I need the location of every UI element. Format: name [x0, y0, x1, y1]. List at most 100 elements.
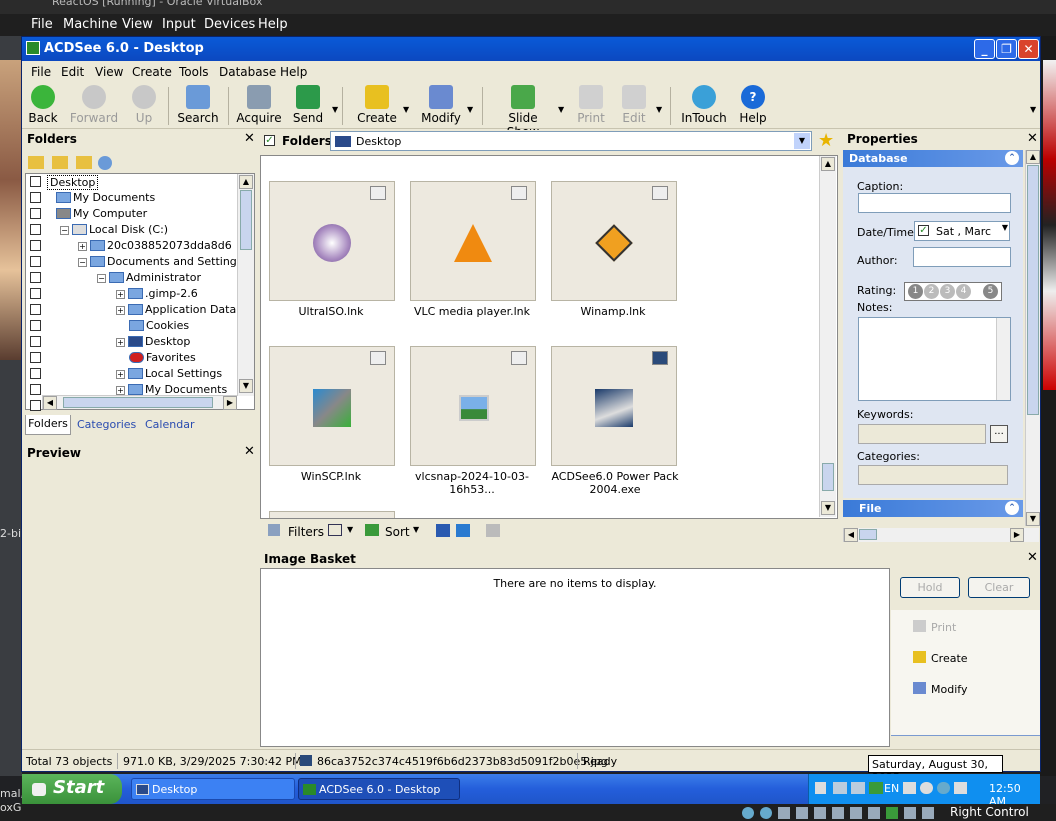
task-acdsee[interactable]: ACDSee 6.0 - Desktop	[298, 778, 460, 800]
back-button[interactable]: Back	[15, 85, 71, 125]
audio-icon[interactable]	[778, 807, 790, 819]
chevron-down-icon[interactable]: ▼	[794, 133, 810, 149]
file-tile[interactable]	[269, 181, 395, 301]
close-button[interactable]: ✕	[1018, 39, 1039, 59]
search-button[interactable]: Search	[170, 85, 226, 125]
tree-hscrollbar[interactable]: ◀ ▶	[42, 395, 237, 410]
tree-item-desktop-sub[interactable]: + Desktop	[116, 335, 190, 348]
rating-3[interactable]: 3	[940, 284, 955, 299]
author-input[interactable]	[913, 247, 1011, 267]
scroll-thumb[interactable]	[1027, 165, 1039, 415]
toolbar-overflow-icon[interactable]: ▼	[1030, 105, 1036, 114]
properties-close-icon[interactable]: ✕	[1027, 131, 1038, 146]
preview-close-icon[interactable]: ✕	[244, 444, 255, 459]
create-dropdown-icon[interactable]: ▼	[403, 105, 409, 114]
tree-item-administrator[interactable]: − Administrator	[97, 271, 201, 284]
menu-edit[interactable]: Edit	[61, 65, 84, 79]
network-icon[interactable]	[833, 782, 847, 794]
send-button[interactable]: Send	[280, 85, 336, 125]
file-tile[interactable]	[551, 181, 677, 301]
menu-create[interactable]: Create	[132, 65, 172, 79]
scroll-thumb[interactable]	[822, 463, 834, 491]
keyboard-icon[interactable]	[903, 782, 916, 794]
hold-button[interactable]: Hold	[900, 577, 960, 598]
tree-checkbox[interactable]	[30, 272, 41, 283]
basket-print[interactable]: Print	[931, 621, 956, 634]
path-combo[interactable]: Desktop ▼	[330, 131, 812, 151]
edit-button[interactable]: Edit	[606, 85, 662, 125]
view-mode-icon[interactable]	[328, 524, 342, 536]
forward-button[interactable]: Forward	[66, 85, 122, 125]
usb-icon[interactable]	[814, 807, 826, 819]
menu-help[interactable]: Help	[280, 65, 307, 79]
tree-item-20c038[interactable]: +20c038852073dda8d6	[78, 239, 232, 252]
categories-input[interactable]	[858, 465, 1008, 485]
tab-folders[interactable]: Folders	[25, 415, 71, 435]
tree-checkbox[interactable]	[30, 208, 41, 219]
send-dropdown-icon[interactable]: ▼	[332, 105, 338, 114]
tree-item-local-disk[interactable]: − Local Disk (C:)	[60, 223, 168, 236]
tree-item-my-documents[interactable]: My Documents	[56, 191, 155, 204]
tree-item-desktop[interactable]: Desktop	[47, 175, 99, 190]
vbox-menu-devices[interactable]: Devices	[204, 17, 255, 32]
acquire-button[interactable]: Acquire	[231, 85, 287, 125]
tree-item-application-data[interactable]: + Application Data	[116, 303, 236, 316]
tree-item-local-settings[interactable]: + Local Settings	[116, 367, 222, 380]
recording-icon[interactable]	[868, 807, 880, 819]
language-indicator[interactable]: EN	[884, 782, 899, 795]
task-desktop[interactable]: Desktop	[131, 778, 295, 800]
rating-5[interactable]: 5	[983, 284, 998, 299]
shared-folder-icon[interactable]	[832, 807, 844, 819]
sort-dropdown-icon[interactable]: ▼	[413, 525, 419, 534]
display-icon[interactable]	[850, 807, 862, 819]
collapse-icon[interactable]: ⌃	[1005, 501, 1019, 515]
tab-categories[interactable]: Categories	[77, 418, 136, 431]
modify-dropdown-icon[interactable]: ▼	[467, 105, 473, 114]
rating-2[interactable]: 2	[924, 284, 939, 299]
file-tile[interactable]	[269, 346, 395, 466]
browse-icon[interactable]	[98, 156, 112, 170]
scroll-thumb[interactable]	[859, 529, 877, 540]
tree-checkbox[interactable]	[30, 336, 41, 347]
rating-1[interactable]: 1	[908, 284, 923, 299]
keyboard-capture-icon[interactable]	[922, 807, 934, 819]
file-tile[interactable]	[551, 346, 677, 466]
tree-item-my-computer[interactable]: My Computer	[56, 207, 147, 220]
vbox-menu-view[interactable]: View	[122, 17, 153, 32]
basket-create[interactable]: Create	[931, 652, 968, 665]
minimize-button[interactable]: _	[974, 39, 995, 59]
file-tile[interactable]	[410, 346, 536, 466]
tree-item-cookies[interactable]: Cookies	[129, 319, 189, 332]
clear-button[interactable]: Clear	[968, 577, 1030, 598]
tree-item-gimp[interactable]: + .gimp-2.6	[116, 287, 198, 300]
maximize-button[interactable]: ❐	[996, 39, 1017, 59]
tree-checkbox[interactable]	[30, 304, 41, 315]
basket-modify[interactable]: Modify	[931, 683, 967, 696]
menu-view[interactable]: View	[95, 65, 123, 79]
datetime-checkbox[interactable]: ✓	[918, 225, 929, 236]
scroll-thumb[interactable]	[240, 190, 252, 250]
notes-textarea[interactable]	[858, 317, 1011, 401]
rating-4[interactable]: 4	[956, 284, 971, 299]
tree-checkbox[interactable]	[30, 288, 41, 299]
folders-close-icon[interactable]: ✕	[244, 131, 255, 146]
tree-vscrollbar[interactable]: ▲ ▼	[237, 174, 254, 396]
file-tile-partial[interactable]	[269, 511, 395, 518]
hdd-icon[interactable]	[742, 807, 754, 819]
file-section-header[interactable]: File ⌃	[843, 500, 1023, 517]
vbox-menu-help[interactable]: Help	[258, 17, 288, 32]
modify-button[interactable]: Modify	[413, 85, 469, 125]
tray-app-icon[interactable]	[869, 782, 883, 794]
menu-file[interactable]: File	[31, 65, 51, 79]
notes-scrollbar[interactable]	[996, 318, 1010, 400]
caption-input[interactable]	[858, 193, 1011, 213]
select-all-icon[interactable]	[436, 524, 450, 537]
intouch-button[interactable]: InTouch	[676, 85, 732, 125]
datetime-picker[interactable]: ✓ Sat , Marc ▼	[914, 221, 1010, 241]
help-button[interactable]: ? Help	[725, 85, 781, 125]
vbox-menu-file[interactable]: File	[31, 17, 53, 32]
favorite-star-icon[interactable]: ★	[818, 130, 834, 151]
select-images-icon[interactable]	[456, 524, 470, 537]
view-dropdown-icon[interactable]: ▼	[347, 525, 353, 534]
file-tile[interactable]	[410, 181, 536, 301]
